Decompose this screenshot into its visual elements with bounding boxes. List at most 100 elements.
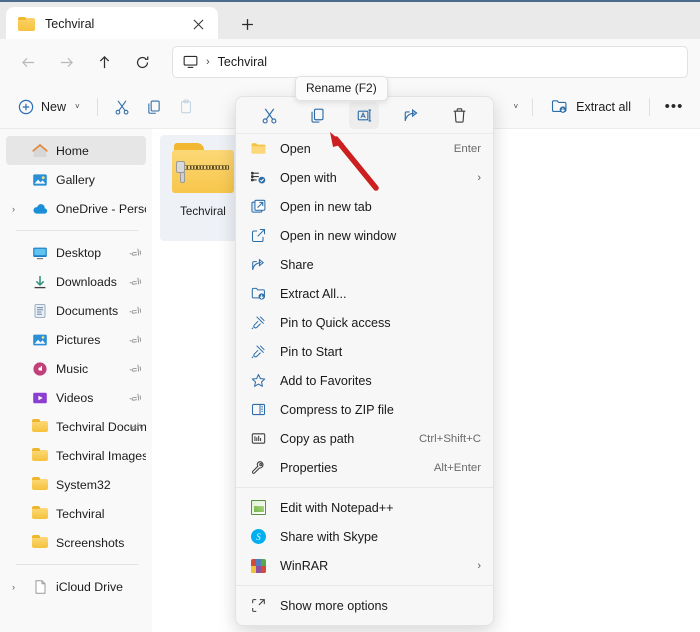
up-button[interactable]: [88, 46, 120, 78]
show-more-icon: [250, 597, 267, 614]
sidebar-item-techviral[interactable]: Techviral: [6, 499, 146, 528]
sidebar-divider: [16, 230, 138, 231]
folder-icon: [250, 140, 267, 157]
gallery-icon: [32, 172, 48, 188]
extract-all-label: Extract all: [576, 100, 631, 114]
paste-button[interactable]: [170, 92, 202, 122]
sidebar-item-label: System32: [56, 478, 111, 492]
folder-icon: [32, 506, 48, 522]
menu-item-properties[interactable]: PropertiesAlt+Enter: [236, 453, 493, 482]
cut-button[interactable]: [106, 92, 138, 122]
file-item-label: Techviral: [180, 205, 226, 218]
context-menu-toolbar: [236, 97, 493, 134]
compress-icon: [250, 401, 267, 418]
file-item-techviral[interactable]: Techviral: [160, 135, 246, 241]
menu-item-compress-to-zip-file[interactable]: Compress to ZIP file: [236, 395, 493, 424]
copy-button[interactable]: [138, 92, 170, 122]
sidebar-item-label: Screenshots: [56, 536, 124, 550]
menu-item-copy-as-path[interactable]: Copy as pathCtrl+Shift+C: [236, 424, 493, 453]
pin-icon: [250, 343, 267, 360]
close-icon[interactable]: [186, 12, 210, 36]
sidebar-item-music[interactable]: Music: [6, 354, 146, 383]
breadcrumb-separator[interactable]: ›: [206, 56, 210, 68]
sidebar-item-icloud-drive[interactable]: › iCloud Drive: [6, 572, 146, 601]
sidebar-item-pictures[interactable]: Pictures: [6, 325, 146, 354]
menu-item-label: Pin to Quick access: [280, 316, 481, 330]
pin-icon: [129, 332, 144, 347]
tab-techviral[interactable]: Techviral: [6, 7, 218, 41]
rename-button[interactable]: [349, 102, 379, 129]
menu-item-add-to-favorites[interactable]: Add to Favorites: [236, 366, 493, 395]
menu-item-open-with[interactable]: Open with ›: [236, 163, 493, 192]
sidebar-item-documents[interactable]: Documents: [6, 296, 146, 325]
menu-item-pin-to-quick-access[interactable]: Pin to Quick access: [236, 308, 493, 337]
copy-button[interactable]: [302, 102, 332, 129]
sidebar-item-home[interactable]: Home: [6, 136, 146, 165]
plus-circle-icon: [18, 99, 34, 115]
pin-icon: [129, 274, 144, 289]
cut-button[interactable]: [255, 102, 285, 129]
downloads-icon: [32, 274, 48, 290]
chevron-right-icon[interactable]: ›: [12, 582, 15, 592]
sidebar-item-videos[interactable]: Videos: [6, 383, 146, 412]
sidebar-item-label: Videos: [56, 391, 93, 405]
menu-item-label: Pin to Start: [280, 345, 481, 359]
folder-icon: [32, 535, 48, 551]
pin-icon: [250, 314, 267, 331]
menu-item-label: Open with: [280, 171, 469, 185]
sidebar-item-screenshots[interactable]: Screenshots: [6, 528, 146, 557]
sidebar-item-onedrive-persona[interactable]: ›OneDrive - Persona: [6, 194, 146, 223]
menu-item-open[interactable]: OpenEnter: [236, 134, 493, 163]
sidebar-item-techviral-images[interactable]: Techviral Images: [6, 441, 146, 470]
new-tab-button[interactable]: [234, 11, 260, 37]
folder-icon: [32, 419, 48, 435]
chevron-right-icon[interactable]: ›: [477, 172, 481, 184]
menu-item-label: Compress to ZIP file: [280, 403, 481, 417]
sidebar-item-label: Desktop: [56, 246, 101, 260]
breadcrumb[interactable]: Techviral: [218, 55, 267, 69]
menu-item-open-in-new-tab[interactable]: Open in new tab: [236, 192, 493, 221]
sidebar-item-label: iCloud Drive: [56, 580, 123, 594]
menu-item-share[interactable]: Share: [236, 250, 493, 279]
menu-item-label: Open: [280, 142, 454, 156]
folder-icon: [32, 448, 48, 464]
folder-icon: [18, 17, 35, 31]
back-button[interactable]: [12, 46, 44, 78]
sidebar-item-label: Home: [56, 144, 89, 158]
menu-item-open-in-new-window[interactable]: Open in new window: [236, 221, 493, 250]
sidebar-item-gallery[interactable]: Gallery: [6, 165, 146, 194]
overflow-chevron-icon[interactable]: ˅: [507, 102, 524, 111]
chevron-right-icon[interactable]: ›: [477, 560, 481, 572]
sidebar-item-label: Techviral Images: [56, 449, 146, 463]
menu-item-pin-to-start[interactable]: Pin to Start: [236, 337, 493, 366]
chevron-right-icon[interactable]: ›: [12, 204, 15, 214]
sidebar-item-system32[interactable]: System32: [6, 470, 146, 499]
refresh-button[interactable]: [126, 46, 158, 78]
menu-item-label: Properties: [280, 461, 434, 475]
sidebar-item-label: Techviral: [56, 507, 105, 521]
this-pc-icon[interactable]: [181, 53, 199, 71]
address-bar[interactable]: › Techviral: [172, 46, 688, 78]
sidebar-item-techviral-docum[interactable]: Techviral Docum: [6, 412, 146, 441]
sidebar-item-label: Documents: [56, 304, 118, 318]
menu-item-label: Edit with Notepad++: [280, 501, 481, 515]
menu-item-share-with-skype[interactable]: SShare with Skype: [236, 522, 493, 551]
menu-item-extract-all[interactable]: Extract All...: [236, 279, 493, 308]
extract-all-button[interactable]: Extract all: [541, 92, 641, 122]
menu-item-show-more-options[interactable]: Show more options: [236, 591, 493, 620]
share-button[interactable]: [397, 102, 427, 129]
extract-icon: [250, 285, 267, 302]
sidebar-item-desktop[interactable]: Desktop: [6, 238, 146, 267]
delete-button[interactable]: [444, 102, 474, 129]
menu-item-winrar[interactable]: WinRAR›: [236, 551, 493, 580]
navigation-pane[interactable]: Home Gallery›OneDrive - Persona Desktop Dow…: [0, 129, 152, 632]
see-more-button[interactable]: •••: [658, 92, 690, 122]
copy-path-icon: [250, 430, 267, 447]
context-menu[interactable]: OpenEnter Open with › Open in new tab Open i…: [235, 96, 494, 626]
forward-button[interactable]: [50, 46, 82, 78]
menu-item-label: Open in new window: [280, 229, 481, 243]
new-button[interactable]: New ˅: [10, 92, 89, 122]
sidebar-item-downloads[interactable]: Downloads: [6, 267, 146, 296]
sidebar-item-label: Downloads: [56, 275, 117, 289]
menu-item-edit-with-notepad[interactable]: Edit with Notepad++: [236, 493, 493, 522]
